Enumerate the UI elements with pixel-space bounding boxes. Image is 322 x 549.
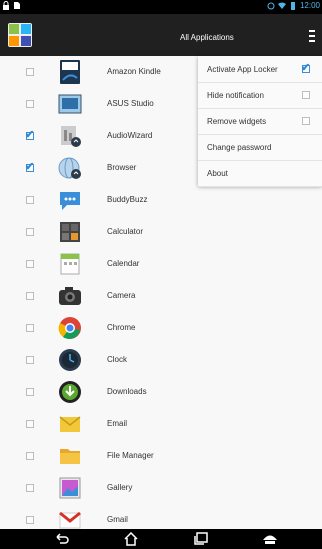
battery-icon [290,2,295,10]
list-item[interactable]: Calendar [0,248,322,281]
menu-checkbox[interactable] [302,91,310,99]
recent-apps-icon[interactable] [193,532,209,546]
app-checkbox[interactable] [26,452,34,460]
app-name: Calculator [107,227,144,236]
status-time: 12:00 [299,1,320,10]
app-name: Browser [107,163,137,172]
list-item[interactable]: Camera [0,280,322,313]
app-checkbox[interactable] [26,324,34,332]
app-checkbox[interactable] [26,100,34,108]
app-name: Email [107,419,128,428]
checkmark-icon: ✔ [25,129,35,141]
lock-icon [3,1,9,10]
app-checkbox[interactable] [26,228,34,236]
action-bar: All Applications [0,14,322,56]
app-name: BuddyBuzz [107,195,148,204]
app-checkbox[interactable] [26,68,34,76]
app-checkbox[interactable]: ✔ [25,161,34,173]
app-checkbox[interactable] [26,484,34,492]
app-checkbox[interactable] [26,292,34,300]
gmail-icon [59,511,81,529]
alarm-icon [267,2,275,10]
list-item[interactable]: Downloads [0,376,322,409]
app-name: Camera [107,291,136,300]
camera-icon [59,287,81,305]
app-checkbox[interactable] [26,260,34,268]
app-name: Gallery [107,483,133,492]
wifi-icon [277,2,286,9]
file-manager-icon [60,449,80,464]
calculator-icon [60,222,80,242]
quick-settings-icon[interactable] [262,532,278,546]
navigation-bar [0,529,322,549]
app-checkbox[interactable] [26,388,34,396]
menu-item-label: Hide notification [207,91,264,100]
overflow-menu: Activate App Locker ✔ Hide notification Rem… [198,56,322,187]
list-item[interactable]: Email [0,408,322,441]
audiowizard-icon [61,126,81,147]
menu-checkbox[interactable] [302,117,310,125]
checkmark-icon: ✔ [301,62,311,74]
menu-item-activate-app-locker[interactable]: Activate App Locker ✔ [198,56,322,83]
email-icon [59,416,81,432]
app-name: ASUS Studio [107,99,154,108]
menu-item-label: Remove widgets [207,117,267,126]
menu-checkbox[interactable]: ✔ [301,62,310,74]
app-name: Gmail [107,515,128,524]
list-item[interactable]: BuddyBuzz [0,184,322,217]
app-name: Downloads [107,387,147,396]
menu-item-change-password[interactable]: Change password [198,134,322,161]
list-item[interactable]: Clock [0,344,322,377]
home-icon[interactable] [123,532,139,546]
app-checkbox[interactable]: ✔ [25,129,34,141]
kindle-icon [60,60,80,84]
list-item[interactable]: Gallery [0,472,322,505]
list-item[interactable]: Calculator [0,216,322,249]
app-name: File Manager [107,451,154,460]
chrome-icon [58,317,81,339]
sd-card-icon [14,2,20,9]
menu-item-remove-widgets[interactable]: Remove widgets [198,108,322,135]
downloads-icon [59,381,81,403]
app-name: Clock [107,355,128,364]
app-checkbox[interactable] [26,196,34,204]
gallery-icon [59,477,81,499]
action-bar-title: All Applications [180,33,234,42]
app-name: AudioWizard [107,131,153,140]
menu-item-label: Activate App Locker [207,65,278,74]
list-item[interactable]: Gmail [0,504,322,529]
browser-icon [58,157,81,179]
clock-icon [59,349,81,371]
menu-item-label: Change password [207,143,272,152]
app-checkbox[interactable] [26,516,34,524]
calendar-icon [60,253,80,275]
menu-item-hide-notification[interactable]: Hide notification [198,82,322,109]
asus-studio-icon [58,94,82,114]
buddybuzz-icon [60,192,80,210]
app-name: Amazon Kindle [107,67,161,76]
app-name: Calendar [107,259,140,268]
status-bar: 12:00 [0,0,322,14]
checkmark-icon: ✔ [25,161,35,173]
app-checkbox[interactable] [26,356,34,364]
back-icon[interactable] [54,532,70,546]
list-item[interactable]: File Manager [0,440,322,473]
app-name: Chrome [107,323,136,332]
app-checkbox[interactable] [26,420,34,428]
app-locker-icon[interactable] [8,23,32,47]
menu-item-label: About [207,169,228,178]
menu-item-about[interactable]: About [198,160,322,187]
overflow-menu-icon[interactable] [308,28,316,44]
list-item[interactable]: Chrome [0,312,322,345]
